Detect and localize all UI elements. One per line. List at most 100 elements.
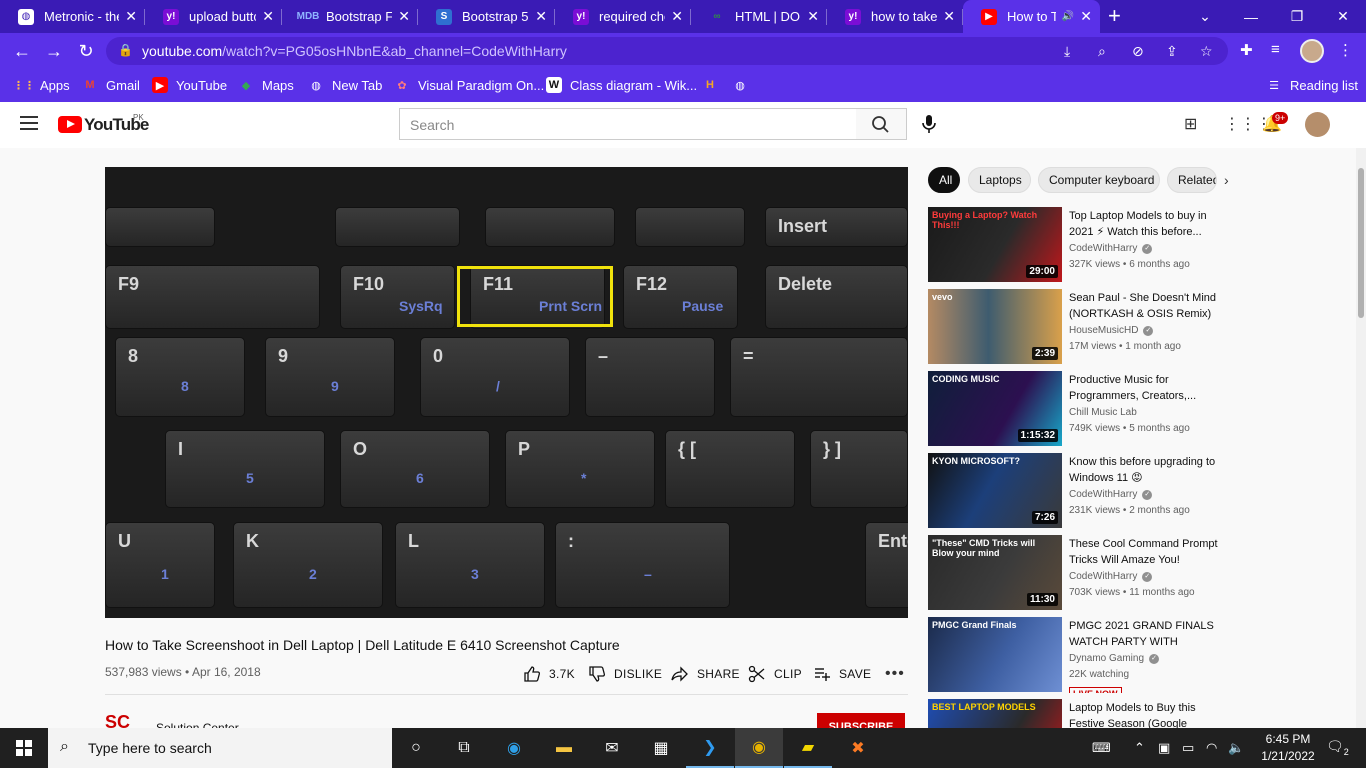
close-window-button[interactable]: ✕ [1320, 0, 1366, 33]
close-tab-icon[interactable]: ✕ [943, 8, 955, 25]
recommended-video[interactable]: CODING MUSIC 1:15:32 Productive Music for … [928, 371, 1228, 447]
recommended-title[interactable]: Know this before upgrading to Windows 11… [1069, 454, 1227, 486]
install-app-icon[interactable]: ⤓ [1064, 43, 1070, 60]
browser-tab[interactable]: S Bootstrap 5 u ✕ [418, 0, 555, 33]
scrollbar-thumb[interactable] [1358, 168, 1364, 318]
like-button[interactable]: 3.7K [523, 665, 575, 683]
recommended-title[interactable]: Productive Music for Programmers, Creato… [1069, 372, 1227, 404]
close-tab-icon[interactable]: ✕ [671, 8, 683, 25]
recommended-video[interactable]: KYON MICROSOFT? 7:26 Know this before upgr… [928, 453, 1228, 529]
xampp-icon[interactable]: ✖ [834, 728, 882, 768]
share-icon[interactable]: ⇪ [1166, 43, 1178, 60]
search-button[interactable] [856, 108, 907, 140]
chrome-icon[interactable]: ◉ [735, 728, 783, 768]
video-thumbnail[interactable]: vevo 2:39 [928, 289, 1062, 364]
search-input[interactable]: Search [399, 108, 857, 140]
recommended-channel[interactable]: CodeWithHarry ✓ [1069, 571, 1153, 582]
media-queue-icon[interactable]: ≡ [1271, 41, 1280, 58]
wifi-icon[interactable]: ◠ [1206, 740, 1217, 756]
hamburger-menu-icon[interactable] [20, 116, 38, 130]
bookmark-item[interactable]: ▶ YouTube [152, 77, 227, 93]
recommended-video[interactable]: BEST LAPTOP MODELS Laptop Models to Buy t… [928, 699, 1228, 728]
tab-audio-icon[interactable]: 🔊 [1062, 11, 1074, 22]
browser-tab[interactable]: MDB Bootstrap File ✕ [282, 0, 418, 33]
hide-eye-icon[interactable]: ⊘ [1132, 43, 1144, 60]
reload-icon[interactable]: ↻ [74, 39, 98, 63]
browser-tab[interactable]: ◍ Metronic - the ✕ [0, 0, 145, 33]
reading-list-button[interactable]: ☰ Reading list [1266, 77, 1358, 93]
keyboard-layout-icon[interactable]: ⌨ [1092, 740, 1111, 756]
edge-icon[interactable]: ◉ [490, 728, 538, 768]
filter-chip[interactable]: Computer keyboard [1038, 167, 1160, 193]
minimize-button[interactable]: — [1228, 0, 1274, 33]
meet-now-icon[interactable]: ▣ [1158, 740, 1170, 756]
bookmark-item[interactable]: ◍ [732, 77, 756, 93]
close-tab-icon[interactable]: ✕ [262, 8, 274, 25]
profile-avatar[interactable] [1300, 39, 1324, 63]
filter-chip[interactable]: All [928, 167, 960, 193]
bookmark-star-icon[interactable]: ☆ [1200, 43, 1213, 60]
recommended-video[interactable]: Buying a Laptop? Watch This!!! 29:00 Top L… [928, 207, 1228, 283]
page-scrollbar[interactable] [1356, 148, 1366, 728]
recommended-video[interactable]: PMGC Grand Finals PMGC 2021 GRAND FINALS … [928, 617, 1228, 693]
volume-icon[interactable]: 🔈 [1228, 740, 1244, 756]
recommended-video[interactable]: "These" CMD Tricks will Blow your mind 11… [928, 535, 1228, 611]
tab-search-chevron-icon[interactable]: ⌄ [1182, 0, 1228, 33]
close-tab-icon[interactable]: ✕ [807, 8, 819, 25]
video-thumbnail[interactable]: CODING MUSIC 1:15:32 [928, 371, 1062, 446]
browser-tab[interactable]: ∞ HTML | DOM ✕ [691, 0, 827, 33]
recommended-title[interactable]: PMGC 2021 GRAND FINALS WATCH PARTY WITH … [1069, 618, 1227, 650]
browser-tab[interactable]: y! how to take s ✕ [827, 0, 963, 33]
taskbar-search-input[interactable]: ⌕ Type here to search [48, 728, 392, 768]
video-thumbnail[interactable]: PMGC Grand Finals [928, 617, 1062, 692]
browser-tab[interactable]: ▶ How to Ta 🔊 ✕ [963, 0, 1100, 33]
notification-center-icon[interactable]: 🗨2 [1326, 738, 1349, 757]
close-tab-icon[interactable]: ✕ [398, 8, 410, 25]
extensions-puzzle-icon[interactable]: ✚ [1240, 41, 1253, 59]
bookmark-item[interactable]: ◆ Maps [238, 77, 294, 93]
lock-icon[interactable]: 🔒 [118, 43, 133, 57]
video-thumbnail[interactable]: "These" CMD Tricks will Blow your mind 11… [928, 535, 1062, 610]
share-button[interactable]: SHARE [671, 665, 740, 683]
close-tab-icon[interactable]: ✕ [535, 8, 547, 25]
user-avatar[interactable] [1305, 112, 1330, 137]
recommended-title[interactable]: Sean Paul - She Doesn't Mind (NORTKASH &… [1069, 290, 1227, 322]
restore-button[interactable]: ❐ [1274, 0, 1320, 33]
dislike-button[interactable]: DISLIKE [588, 665, 662, 683]
bookmark-item[interactable]: M Gmail [82, 77, 140, 93]
zoom-icon[interactable]: ⌕ [1098, 43, 1106, 60]
more-actions-icon[interactable]: ••• [885, 665, 905, 683]
browser-tab[interactable]: y! upload butto ✕ [145, 0, 282, 33]
sticky-notes-icon[interactable]: ▰ [784, 728, 832, 768]
vscode-icon[interactable]: ❯ [686, 728, 734, 768]
browser-tab[interactable]: y! required chec ✕ [555, 0, 691, 33]
cortana-icon[interactable]: ○ [392, 728, 440, 768]
battery-icon[interactable]: ▭ [1182, 740, 1194, 756]
close-tab-icon[interactable]: ✕ [1080, 8, 1092, 25]
recommended-channel[interactable]: CodeWithHarry ✓ [1069, 243, 1153, 254]
chrome-menu-icon[interactable]: ⋮ [1338, 41, 1353, 59]
bookmark-item[interactable]: H [702, 77, 726, 93]
recommended-title[interactable]: These Cool Command Prompt Tricks Will Am… [1069, 536, 1227, 568]
close-tab-icon[interactable]: ✕ [125, 8, 137, 25]
forward-arrow-icon[interactable]: → [42, 39, 66, 63]
video-thumbnail[interactable]: Buying a Laptop? Watch This!!! 29:00 [928, 207, 1062, 282]
address-bar[interactable]: 🔒 youtube.com/watch?v=PG05osHNbnE&ab_cha… [106, 37, 1228, 65]
recommended-channel[interactable]: CodeWithHarry ✓ [1069, 489, 1153, 500]
recommended-title[interactable]: Laptop Models to Buy this Festive Season… [1069, 700, 1227, 728]
recommended-video[interactable]: vevo 2:39 Sean Paul - She Doesn't Mind (NO… [928, 289, 1228, 365]
bookmark-item[interactable]: ◍ New Tab [308, 77, 382, 93]
save-button[interactable]: SAVE [813, 665, 871, 683]
video-thumbnail[interactable]: KYON MICROSOFT? 7:26 [928, 453, 1062, 528]
youtube-logo-icon[interactable] [58, 116, 82, 133]
filter-chip[interactable]: Laptops [968, 167, 1031, 193]
store-icon[interactable]: ▦ [637, 728, 685, 768]
windows-start-icon[interactable] [16, 740, 32, 756]
show-hidden-icons-chevron-icon[interactable]: ⌃ [1134, 740, 1145, 756]
task-view-icon[interactable]: ⧉ [440, 728, 488, 768]
filter-chip[interactable]: Related [1167, 167, 1217, 193]
bookmark-item[interactable]: ⋮⋮ Apps [13, 77, 70, 93]
recommended-channel[interactable]: HouseMusicHD ✓ [1069, 325, 1154, 336]
create-video-icon[interactable]: ⊞ [1184, 114, 1197, 134]
video-thumbnail[interactable]: BEST LAPTOP MODELS [928, 699, 1062, 728]
